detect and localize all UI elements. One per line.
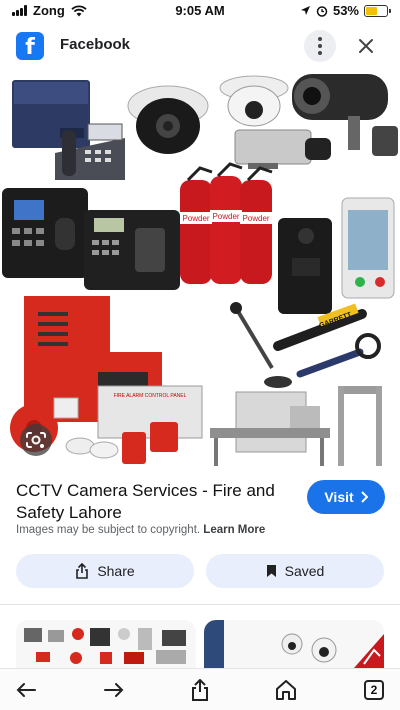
xray-baggage-scanner xyxy=(210,391,330,466)
section-divider xyxy=(0,604,400,605)
related-image-2[interactable] xyxy=(204,620,384,668)
google-lens-button[interactable] xyxy=(20,424,52,456)
walkthrough-metal-detector xyxy=(338,386,382,466)
share-button[interactable]: Share xyxy=(16,554,194,588)
forward-button[interactable] xyxy=(100,677,128,703)
svg-text:Powder: Powder xyxy=(242,214,269,223)
share-icon xyxy=(192,679,208,701)
copyright-notice: Images may be subject to copyright. Lear… xyxy=(16,524,265,536)
related-image-2-thumbnail xyxy=(204,620,384,668)
forward-arrow-icon xyxy=(104,683,124,697)
back-button[interactable] xyxy=(12,677,40,703)
battery-percent: 53% xyxy=(332,3,359,18)
attendance-terminal xyxy=(84,210,180,290)
saved-label: Saved xyxy=(284,563,325,579)
status-bar: Zong 9:05 AM 53% xyxy=(0,0,400,22)
turret-camera xyxy=(219,75,289,127)
result-image[interactable]: Powder Powder Powder FIRE ALARM CONTROL … xyxy=(0,68,400,468)
back-arrow-icon xyxy=(16,683,36,697)
desk-phone xyxy=(55,123,125,180)
alarm-icon xyxy=(316,5,328,17)
chevron-right-icon xyxy=(360,491,368,503)
access-control-device xyxy=(2,188,88,278)
bookmark-icon xyxy=(266,565,276,577)
copyright-text: Images may be subject to copyright. xyxy=(16,524,201,536)
result-title[interactable]: CCTV Camera Services - Fire and Safety L… xyxy=(16,480,286,524)
home-icon xyxy=(276,680,296,700)
more-vert-icon xyxy=(318,37,322,41)
pabx-unit xyxy=(12,80,90,148)
share-page-button[interactable] xyxy=(186,677,214,703)
location-icon xyxy=(300,6,310,15)
learn-more-link[interactable]: Learn More xyxy=(203,524,265,536)
browser-toolbar: 2 xyxy=(0,668,400,710)
visit-label: Visit xyxy=(324,489,354,505)
box-camera xyxy=(234,129,331,169)
svg-text:Powder: Powder xyxy=(212,212,239,221)
source-header: f Facebook xyxy=(0,26,400,66)
video-monitor xyxy=(341,197,395,299)
svg-text:Powder: Powder xyxy=(182,214,209,223)
source-title[interactable]: Facebook xyxy=(60,36,130,53)
status-right: 53% xyxy=(300,3,391,18)
google-lens-icon xyxy=(26,432,46,448)
visit-button[interactable]: Visit xyxy=(307,480,385,514)
saved-button[interactable]: Saved xyxy=(206,554,384,588)
handheld-scanner xyxy=(296,333,381,378)
more-options-button[interactable] xyxy=(304,30,336,62)
related-image-1[interactable] xyxy=(16,620,196,668)
facebook-logo-icon: f xyxy=(16,32,44,60)
video-door-phone xyxy=(278,218,332,314)
battery-icon xyxy=(364,4,391,17)
security-products-collage: Powder Powder Powder FIRE ALARM CONTROL … xyxy=(2,74,398,466)
fire-extinguishers: Powder Powder Powder xyxy=(180,162,273,284)
dome-camera xyxy=(127,85,209,154)
share-label: Share xyxy=(97,563,135,579)
tabs-button[interactable]: 2 xyxy=(360,677,388,703)
svg-text:FIRE ALARM CONTROL PANEL: FIRE ALARM CONTROL PANEL xyxy=(114,393,187,399)
tabs-icon: 2 xyxy=(364,680,384,700)
share-icon xyxy=(76,563,89,579)
related-image-1-thumbnail xyxy=(24,628,186,664)
home-button[interactable] xyxy=(272,677,300,703)
close-icon[interactable] xyxy=(352,32,380,60)
